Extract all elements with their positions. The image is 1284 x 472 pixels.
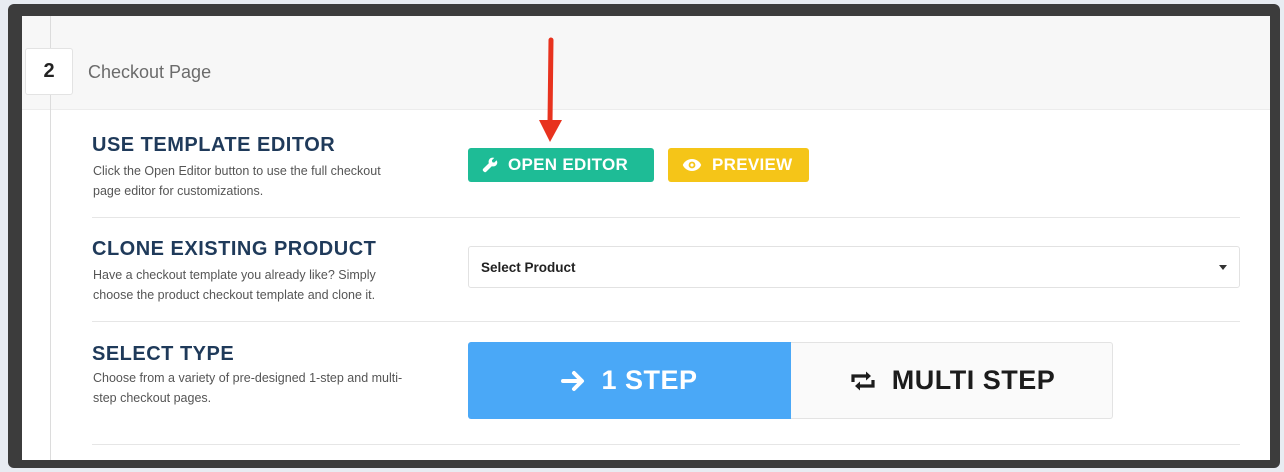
select-type-title: SELECT TYPE [92,343,235,365]
select-product-value: Select Product [481,259,576,275]
multi-step-label: MULTI STEP [891,365,1056,395]
caret-down-icon [1219,265,1227,270]
arrow-right-icon [561,370,585,391]
repeat-icon [851,371,875,390]
red-arrow-annotation [539,37,562,142]
multi-step-option[interactable]: MULTI STEP [791,342,1113,419]
clone-product-description: Have a checkout template you already lik… [93,268,376,302]
select-product-dropdown[interactable]: Select Product [468,246,1240,288]
template-editor-description: Click the Open Editor button to use the … [93,164,381,198]
step-number-badge: 2 [25,48,73,95]
one-step-label: 1 STEP [601,365,698,395]
open-editor-button[interactable]: OPEN EDITOR [468,148,654,182]
wrench-icon [482,157,498,173]
template-editor-title: USE TEMPLATE EDITOR [92,134,336,156]
preview-label: PREVIEW [712,155,793,174]
section-divider [92,217,1240,218]
clone-product-title: CLONE EXISTING PRODUCT [92,238,377,260]
open-editor-label: OPEN EDITOR [508,155,629,174]
section-divider [92,321,1240,322]
one-step-option[interactable]: 1 STEP [468,342,791,419]
preview-button[interactable]: PREVIEW [668,148,809,182]
checkout-page-panel: 2 Checkout Page USE TEMPLATE EDITOR Clic… [22,16,1270,460]
step-title: Checkout Page [88,62,212,82]
select-type-description: Choose from a variety of pre-designed 1-… [93,371,403,405]
section-divider [92,444,1240,445]
eye-icon [682,159,702,171]
